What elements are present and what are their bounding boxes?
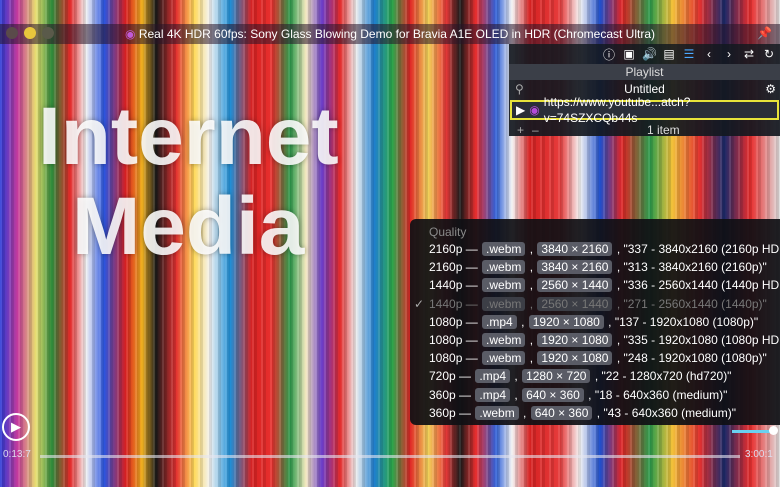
quality-description: "18 - 640x360 (medium)" [594,387,728,402]
quality-description: "335 - 1920x1080 (1080p HDR)" [623,332,780,347]
quality-description: "336 - 2560x1440 (1440p HDR [623,278,780,293]
playlist-item[interactable]: ▶ ◉ https://www.youtube...atch?v=74SZXCQ… [510,95,779,125]
quality-description: "22 - 1280x720 (hd720)" [601,369,732,384]
quality-format: .webm [482,351,526,366]
playlist-name-bar: ⚲ Untitled ⚙ [509,80,780,98]
add-icon[interactable]: + [517,123,524,137]
quality-option[interactable]: 1440p — .webm , 2560 × 1440 , "336 - 256… [410,276,780,294]
current-time: 0:13:7 [3,449,31,460]
quality-description: "271 - 2560x1440 (1440p)" [623,296,767,311]
quality-resolution: 1920 × 1080 [528,314,604,329]
chevron-right-icon[interactable]: › [722,47,736,61]
quality-format: .webm [482,332,526,347]
quality-resolution: 3840 × 2160 [537,242,613,256]
overlay-line: Internet [38,91,339,182]
quality-format: .webm [475,405,519,420]
info-icon[interactable]: ⓘ [602,46,616,63]
gear-icon[interactable]: ⚙ [765,80,776,98]
display-icon[interactable]: ▣ [622,47,636,61]
quality-menu: Quality 2160p — .webm , 3840 × 2160 , "3… [410,219,780,425]
quality-option[interactable]: 1080p — .webm , 1920 × 1080 , "248 - 192… [410,349,780,367]
quality-option[interactable]: 2160p — .webm , 3840 × 2160 , "337 - 384… [410,240,780,258]
remove-icon[interactable]: – [532,123,539,137]
checkmark-icon: ✓ [414,296,425,311]
quality-format: .webm [482,260,526,275]
quality-format: .webm [482,242,526,256]
quality-height: 360p [429,387,456,402]
window-controls [6,27,54,39]
quality-description: "248 - 1920x1080 (1080p)" [623,351,767,366]
playlist-count: 1 item [647,123,680,137]
quality-option[interactable]: 1080p — .mp4 , 1920 × 1080 , "137 - 1920… [410,313,780,331]
playlist-toolbar: ⓘ ▣ 🔊 ▤ ☰ ‹ › ⇄ ↻ [509,44,780,64]
repeat-icon[interactable]: ↻ [762,47,776,61]
quality-height: 1080p [429,332,463,347]
quality-options: 2160p — .webm , 3840 × 2160 , "337 - 384… [410,240,780,422]
minimize-window-button[interactable] [24,27,36,39]
video-overlay-text: Internet Media [38,92,339,272]
quality-height: 1440p [429,278,463,293]
quality-resolution: 1920 × 1080 [537,351,613,366]
quality-resolution: 2560 × 1440 [537,296,613,311]
quality-resolution: 3840 × 2160 [537,260,613,275]
quality-height: 1080p [429,314,463,329]
chevron-left-icon[interactable]: ‹ [702,47,716,61]
quality-format: .webm [482,278,526,293]
quality-height: 2160p [429,242,463,256]
quality-option[interactable]: 1080p — .webm , 1920 × 1080 , "335 - 192… [410,331,780,349]
subtitles-icon[interactable]: ▤ [662,47,676,61]
volume-slider[interactable] [732,426,778,435]
quality-description: "313 - 3840x2160 (2160p)" [623,260,767,275]
play-button[interactable]: ▶ [2,413,30,441]
overlay-line: Media [72,181,305,272]
volume-icon[interactable]: 🔊 [642,47,657,61]
quality-option[interactable]: 360p — .webm , 640 × 360 , "43 - 640x360… [410,404,780,422]
quality-option[interactable]: 360p — .mp4 , 640 × 360 , "18 - 640x360 … [410,386,780,404]
quality-menu-title: Quality [429,225,467,239]
quality-description: "337 - 3840x2160 (2160p HDR [623,242,780,256]
quality-height: 720p [429,369,456,384]
quality-resolution: 2560 × 1440 [537,278,613,293]
globe-icon: ◉ [529,103,540,117]
quality-height: 1440p [429,296,463,311]
close-window-button[interactable] [6,27,18,39]
globe-icon: ◉ [124,27,136,41]
quality-resolution: 640 × 360 [522,387,584,402]
end-time: 3:00:1 [745,449,773,460]
play-icon: ▶ [516,103,526,117]
quality-description: "137 - 1920x1080 (1080p)" [614,314,759,329]
quality-format: .mp4 [475,369,511,384]
window-title: ◉ Real 4K HDR 60fps: Sony Glass Blowing … [0,24,780,44]
playlist-footer: + – 1 item [509,122,780,138]
quality-format: .mp4 [475,387,511,402]
quality-option: ✓ 1440p — .webm , 2560 × 1440 , "271 - 25… [410,295,780,313]
quality-option[interactable]: 720p — .mp4 , 1280 × 720 , "22 - 1280x72… [410,367,780,385]
quality-height: 1080p [429,351,463,366]
quality-resolution: 1920 × 1080 [537,332,613,347]
quality-height: 360p [429,405,456,420]
shuffle-icon[interactable]: ⇄ [742,47,756,61]
quality-format: .mp4 [482,314,517,329]
list-icon[interactable]: ☰ [682,47,696,61]
quality-resolution: 640 × 360 [530,405,593,420]
quality-option[interactable]: 2160p — .webm , 3840 × 2160 , "313 - 384… [410,258,780,276]
window-title-text: Real 4K HDR 60fps: Sony Glass Blowing De… [138,27,655,41]
playlist-name[interactable]: Untitled [624,82,665,96]
quality-height: 2160p [429,260,463,275]
quality-description: "43 - 640x360 (medium)" [603,405,737,420]
search-icon[interactable]: ⚲ [515,80,524,98]
playlist-panel: ⓘ ▣ 🔊 ▤ ☰ ‹ › ⇄ ↻ Playlist ⚲ Untitled ⚙ … [509,44,780,138]
quality-format: .webm [482,296,526,311]
playlist-header: Playlist [509,64,780,80]
pin-icon[interactable]: 📌 [757,26,772,40]
playlist-item-url: https://www.youtube...atch?v=74SZXCQb44s [543,95,691,125]
quality-resolution: 1280 × 720 [522,369,591,384]
seek-bar[interactable] [40,455,740,458]
zoom-window-button[interactable] [42,27,54,39]
